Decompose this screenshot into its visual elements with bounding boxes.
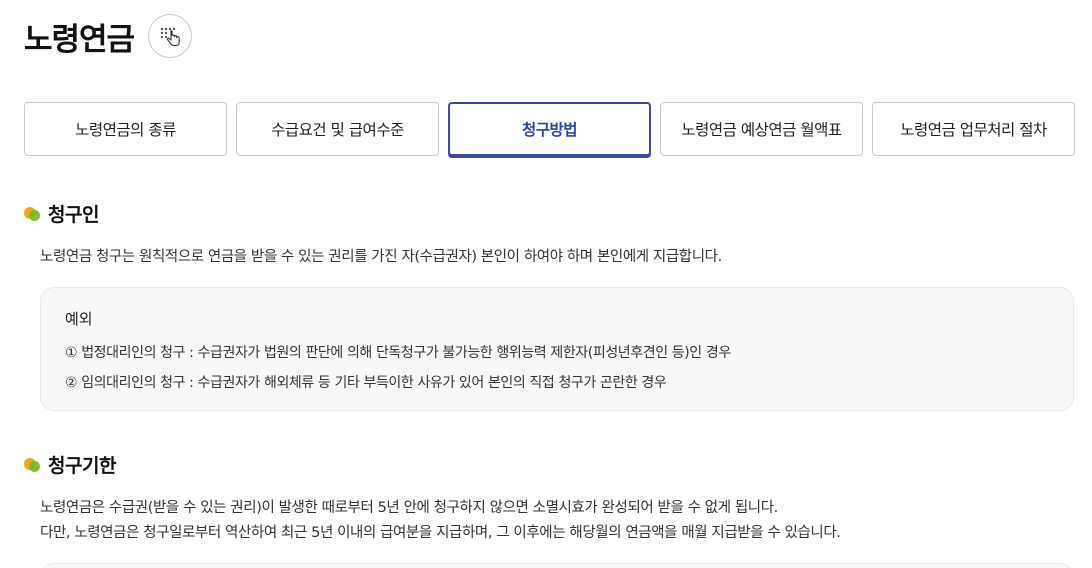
tab-expected-monthly-pension[interactable]: 노령연금 예상연금 월액표 [660, 102, 863, 156]
tab-processing-procedure[interactable]: 노령연금 업무처리 절차 [872, 102, 1075, 156]
page-title: 노령연금 [24, 21, 135, 58]
page-header: 노령연금 [24, 12, 193, 60]
exception-box: 예외 ① 법정대리인의 청구 : 수급권자가 법원의 판단에 의해 단독청구가 … [40, 287, 1074, 411]
deadline-line: 노령연금은 수급권(받을 수 있는 권리)이 발생한 때로부터 5년 안에 청구… [40, 500, 778, 516]
section-title: 청구기한 [48, 455, 116, 477]
section-title: 청구인 [48, 204, 99, 226]
next-content-box [40, 563, 1074, 568]
tab-eligibility-and-benefits[interactable]: 수급요건 및 급여수준 [236, 102, 439, 156]
exception-title: 예외 [65, 310, 93, 328]
bullet-icon [24, 456, 42, 474]
section-heading-claimant: 청구인 [24, 200, 99, 227]
section-heading-deadline: 청구기한 [24, 451, 116, 478]
deadline-line: 다만, 노령연금은 청구일로부터 역산하여 최근 5년 이내의 급여분을 지급하… [40, 525, 841, 541]
tab-claim-method[interactable]: 청구방법 [448, 102, 651, 156]
exception-item: ② 임의대리인의 청구 : 수급권자가 해외체류 등 기타 부득이한 사유가 있… [65, 375, 667, 391]
claimant-description: 노령연금 청구는 원칙적으로 연금을 받을 수 있는 권리를 가진 자(수급권자… [40, 249, 722, 265]
accessibility-hand-icon [160, 27, 180, 47]
bullet-icon [24, 205, 42, 223]
exception-item: ① 법정대리인의 청구 : 수급권자가 법원의 판단에 의해 단독청구가 불가능… [65, 345, 731, 361]
accessibility-button[interactable] [148, 14, 193, 58]
tab-old-age-pension-types[interactable]: 노령연금의 종류 [24, 102, 227, 156]
tab-bar: 노령연금의 종류 수급요건 및 급여수준 청구방법 노령연금 예상연금 월액표 … [24, 102, 1075, 156]
